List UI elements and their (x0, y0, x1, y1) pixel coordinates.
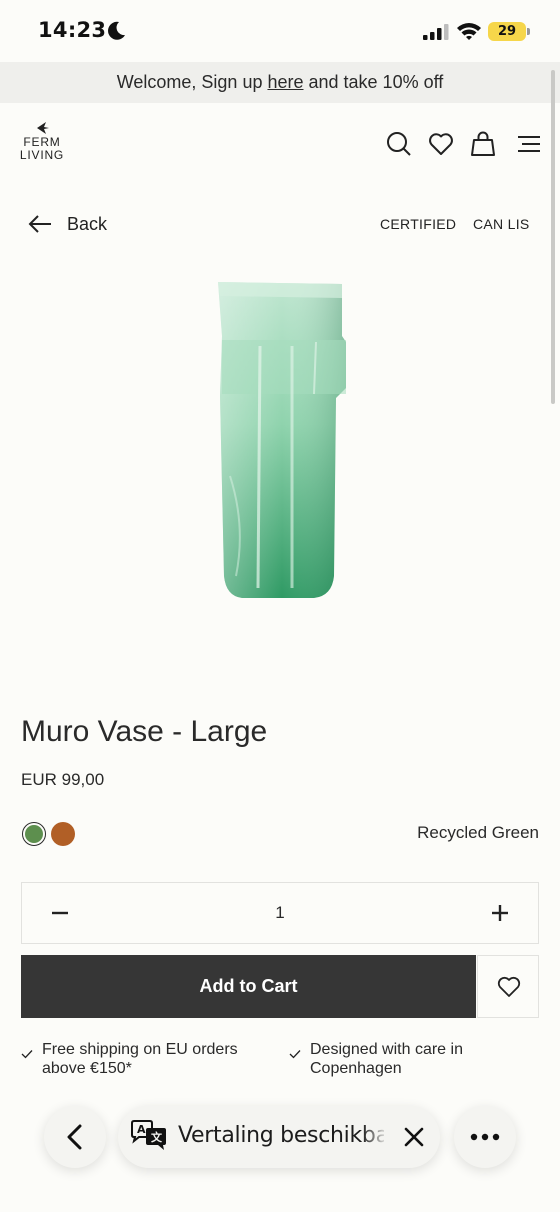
promo-signup-link[interactable]: here (267, 72, 303, 92)
usp-text: Free shipping on EU orders above €150* (42, 1041, 238, 1077)
moon-icon (108, 21, 125, 40)
back-label: Back (67, 213, 108, 234)
translation-available-pill[interactable]: A 文 Vertaling beschikbaar (118, 1106, 440, 1168)
brand-logo[interactable]: FERM LIVING (18, 122, 66, 162)
translation-available-label: Vertaling beschikbaar (178, 1123, 384, 1148)
more-options-button[interactable] (454, 1106, 516, 1168)
promo-text-prefix: Welcome, Sign up (116, 72, 268, 92)
shopping-bag-icon[interactable] (470, 131, 496, 157)
promo-text-suffix: and take 10% off (303, 72, 444, 92)
promo-banner: Welcome, Sign up here and take 10% off (0, 62, 560, 103)
checkmark-icon (289, 1050, 301, 1059)
swatch-green-fill (25, 825, 43, 843)
label-fade (362, 1116, 388, 1160)
heart-icon (497, 976, 521, 997)
cellular-signal-icon (423, 24, 449, 40)
quantity-value[interactable]: 1 (22, 903, 538, 923)
selected-color-name: Recycled Green (417, 823, 539, 842)
color-swatch-rust[interactable] (51, 822, 75, 846)
search-icon[interactable] (386, 131, 412, 157)
usp-designed-copenhagen: Designed with care in Copenhagen (289, 1040, 539, 1078)
add-to-wishlist-button[interactable] (477, 955, 539, 1018)
bird-logo-icon (37, 122, 49, 134)
more-dots-icon (470, 1133, 500, 1141)
back-button[interactable]: Back (28, 211, 107, 237)
checkmark-icon (21, 1050, 33, 1059)
tag-certified[interactable]: CERTIFIED (380, 216, 456, 232)
battery-cap (527, 28, 530, 35)
add-to-cart-button[interactable]: Add to Cart (21, 955, 476, 1018)
scroll-indicator[interactable] (551, 70, 555, 404)
hamburger-menu-icon[interactable] (516, 131, 542, 157)
color-swatch-green[interactable] (22, 822, 46, 846)
wishlist-heart-icon[interactable] (428, 131, 454, 157)
browser-back-button[interactable] (44, 1106, 106, 1168)
translate-icon: A 文 (131, 1120, 166, 1150)
status-bar: 14:23 29 (0, 0, 560, 62)
chevron-left-icon (67, 1124, 82, 1150)
svg-text:文: 文 (151, 1130, 163, 1144)
wifi-icon (457, 23, 481, 40)
logo-text-line2: LIVING (19, 148, 65, 162)
close-icon[interactable] (402, 1125, 426, 1149)
usp-free-shipping: Free shipping on EU orders above €150* (21, 1040, 271, 1078)
product-image-vase[interactable] (196, 276, 366, 608)
tag-can-lis[interactable]: CAN LIS (473, 216, 530, 232)
plus-icon[interactable] (488, 901, 512, 925)
product-title: Muro Vase - Large (21, 715, 268, 748)
usp-text: Designed with care in Copenhagen (310, 1041, 463, 1077)
arrow-left-icon (28, 215, 51, 233)
battery-indicator: 29 (488, 22, 526, 41)
quantity-stepper: 1 (21, 882, 539, 944)
status-time: 14:23 (38, 18, 107, 42)
product-price: EUR 99,00 (21, 770, 105, 789)
svg-text:A: A (137, 1123, 146, 1136)
